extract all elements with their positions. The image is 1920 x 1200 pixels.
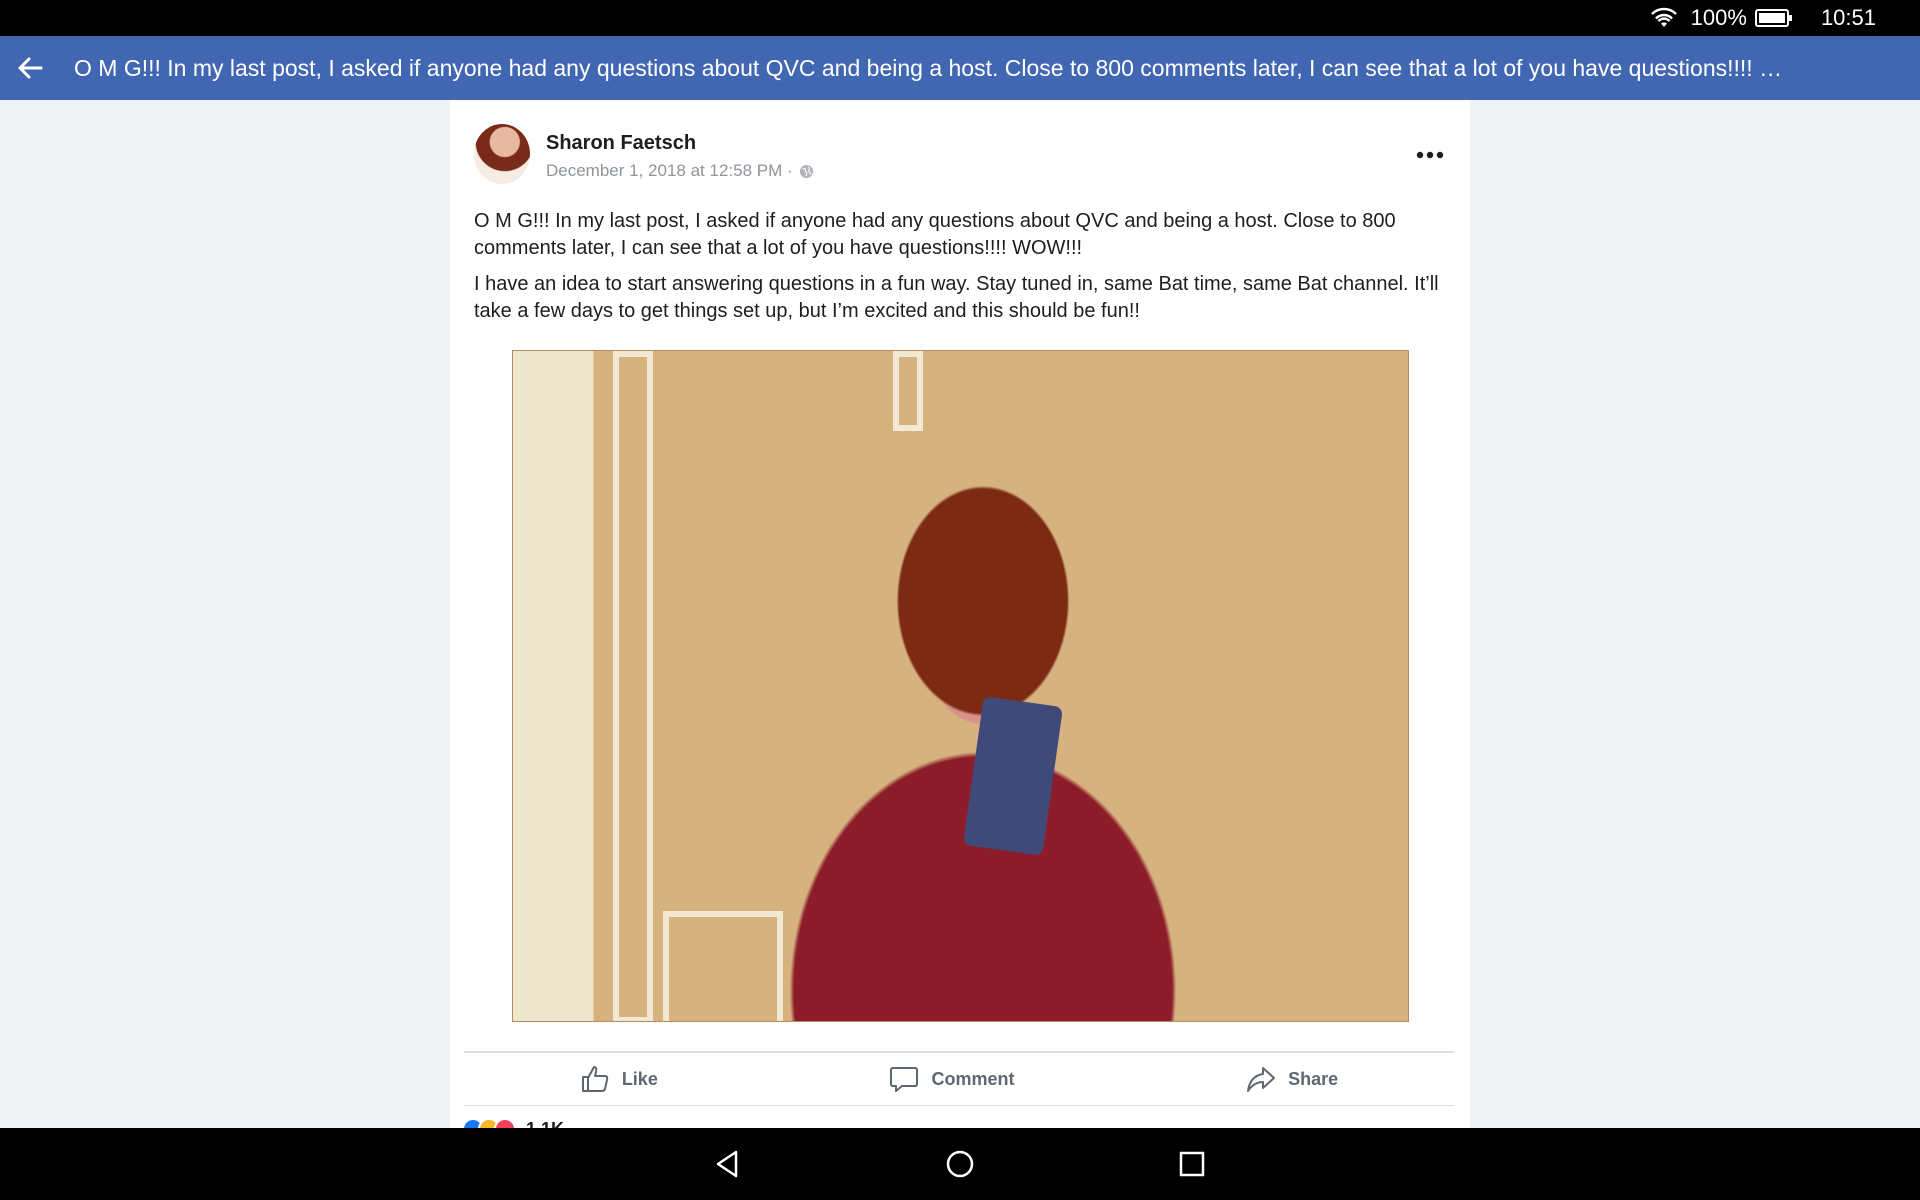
post-text: O M G!!! In my last post, I asked if any… [474,208,1454,334]
share-button[interactable]: Share [1246,1064,1338,1094]
like-label: Like [621,1068,658,1089]
battery-icon [1754,9,1792,27]
status-bar: 100% 10:51 [0,0,1920,36]
comment-label: Comment [931,1068,1015,1089]
avatar[interactable] [474,124,530,184]
author-block: Sharon Faetsch December 1, 2018 at 12:58… [546,132,814,184]
divider [464,1105,1454,1106]
post-card: Sharon Faetsch December 1, 2018 at 12:58… [450,100,1470,1128]
like-button[interactable]: Like [580,1064,658,1094]
post-timestamp[interactable]: December 1, 2018 at 12:58 PM · [546,161,793,181]
post-meta: December 1, 2018 at 12:58 PM · [546,161,814,181]
comment-bubble-icon [890,1067,919,1092]
wifi-icon [1650,7,1677,27]
globe-icon [799,164,813,178]
reaction-count: 1.1K [526,1119,564,1129]
arrow-left-icon [18,57,43,79]
back-button[interactable] [0,36,60,100]
clock: 10:51 [1820,5,1876,30]
post-paragraph-2: I have an idea to start answering questi… [474,273,1439,322]
more-options-button[interactable] [1410,140,1450,170]
share-arrow-icon [1247,1067,1276,1092]
navigation-bar [0,1128,1920,1200]
more-dots-icon [1416,151,1444,159]
post-header: Sharon Faetsch December 1, 2018 at 12:58… [474,124,814,184]
home-circle-icon[interactable] [944,1148,976,1180]
comment-button[interactable]: Comment [889,1064,1015,1094]
post-actions: Like Comment Share [464,1053,1454,1105]
share-label: Share [1288,1068,1339,1089]
recents-square-icon[interactable] [1176,1148,1208,1180]
post-paragraph-1: O M G!!! In my last post, I asked if any… [474,210,1396,259]
thumbs-up-icon [581,1066,609,1092]
reactions-summary[interactable]: 1.1K [462,1118,564,1128]
post-photo[interactable] [512,350,1409,1022]
header-title: O M G!!! In my last post, I asked if any… [74,54,1783,81]
battery-percent: 100% [1690,5,1747,30]
back-triangle-icon[interactable] [712,1148,744,1180]
phone-in-photo [962,696,1064,856]
love-reaction-icon [494,1118,516,1128]
author-name[interactable]: Sharon Faetsch [546,132,814,155]
app-header: O M G!!! In my last post, I asked if any… [0,36,1920,100]
